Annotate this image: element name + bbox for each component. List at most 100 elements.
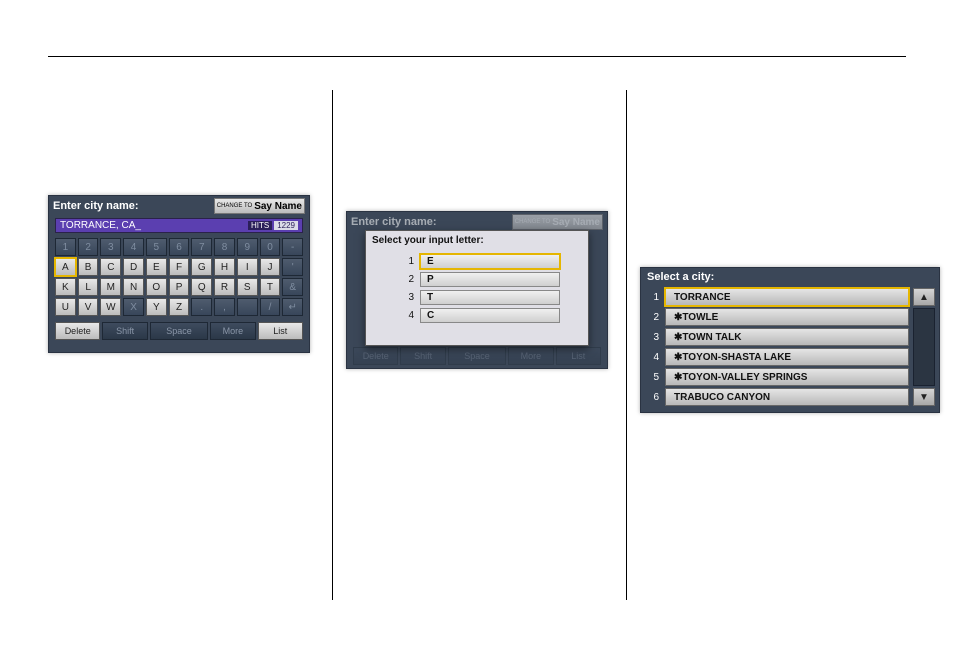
key-R[interactable]: R [214,278,235,296]
city-row-number: 4 [645,352,659,363]
city-list-row[interactable]: 6 TRABUCO CANYON [645,388,909,406]
key-G[interactable]: G [191,258,212,276]
key-P[interactable]: P [169,278,190,296]
key-7: 7 [191,238,212,256]
list-button-bg: List [556,347,601,365]
key-J[interactable]: J [260,258,281,276]
key-U[interactable]: U [55,298,76,316]
key-': ' [282,258,303,276]
key-L[interactable]: L [78,278,99,296]
key-K[interactable]: K [55,278,76,296]
key-S[interactable]: S [237,278,258,296]
key-O[interactable]: O [146,278,167,296]
scroll-up-button[interactable]: ▲ [913,288,935,306]
key-.: . [191,298,212,316]
list-button[interactable]: List [258,322,303,340]
space-button[interactable]: Space [150,322,208,340]
delete-button-bg: Delete [353,347,398,365]
key-N[interactable]: N [123,278,144,296]
input-letter-popup: Select your input letter: 1E 2P 3T 4C [365,230,589,346]
chevron-up-icon: ▲ [919,292,929,303]
letter-option[interactable]: 3T [404,290,560,305]
key-1: 1 [55,238,76,256]
popup-title: Select your input letter: [366,231,588,250]
say-name-small-label: CHANGE TO [217,203,252,209]
column-divider-2 [626,90,627,600]
key-4: 4 [123,238,144,256]
hits-label: HITS [248,221,272,230]
city-row-number: 6 [645,392,659,403]
key-&: & [282,278,303,296]
key-W[interactable]: W [100,298,121,316]
city-row-name: ✱TOYON-SHASTA LAKE [665,348,909,366]
delete-button[interactable]: Delete [55,322,100,340]
key-2: 2 [78,238,99,256]
city-row-number: 3 [645,332,659,343]
city-row-name: ✱TOWN TALK [665,328,909,346]
city-row-name: TORRANCE [665,288,909,306]
city-row-name: ✱TOWLE [665,308,909,326]
key-Z[interactable]: Z [169,298,190,316]
city-list-row[interactable]: 4 ✱TOYON-SHASTA LAKE [645,348,909,366]
letter-option[interactable]: 4C [404,308,560,323]
hits-count: 1229 [274,221,298,230]
city-row-name: ✱TOYON-VALLEY SPRINGS [665,368,909,386]
more-button[interactable]: More [210,322,255,340]
behind-title: Enter city name: [351,216,437,228]
space-button-bg: Space [448,347,506,365]
key-/: / [260,298,281,316]
option-number: 4 [404,310,414,321]
enter-city-keyboard-screen: Enter city name: CHANGE TO Say Name TORR… [48,195,310,353]
scroll-down-button[interactable]: ▼ [913,388,935,406]
scroll-track[interactable] [913,308,935,386]
option-number: 3 [404,292,414,303]
key-A[interactable]: A [55,258,76,276]
city-row-name: TRABUCO CANYON [665,388,909,406]
key-6: 6 [169,238,190,256]
key-M[interactable]: M [100,278,121,296]
key-blank [237,298,258,316]
key-C[interactable]: C [100,258,121,276]
city-list-row[interactable]: 2✱TOWLE [645,308,909,326]
option-value: E [420,254,560,269]
key-X: X [123,298,144,316]
key-T[interactable]: T [260,278,281,296]
city-list-scrollbar: ▲ ▼ [913,288,935,406]
key-,: , [214,298,235,316]
key-H[interactable]: H [214,258,235,276]
city-list-row[interactable]: 1 TORRANCE [645,288,909,306]
key-E[interactable]: E [146,258,167,276]
select-city-screen: Select a city: 1 TORRANCE2✱TOWLE3✱TOWN T… [640,267,940,413]
key-9: 9 [237,238,258,256]
column-divider-1 [332,90,333,600]
city-row-number: 5 [645,372,659,383]
city-row-number: 1 [645,292,659,303]
key-D[interactable]: D [123,258,144,276]
option-number: 1 [404,256,414,267]
key-V[interactable]: V [78,298,99,316]
shift-button-bg: Shift [400,347,445,365]
key-Q[interactable]: Q [191,278,212,296]
key-Y[interactable]: Y [146,298,167,316]
city-list-row[interactable]: 5 ✱TOYON-VALLEY SPRINGS [645,368,909,386]
letter-option[interactable]: 2P [404,272,560,287]
option-value: T [420,290,560,305]
key-↵: ↵ [282,298,303,316]
shift-button[interactable]: Shift [102,322,147,340]
say-name-button[interactable]: CHANGE TO Say Name [214,198,305,214]
more-button-bg: More [508,347,553,365]
key-5: 5 [146,238,167,256]
onscreen-keyboard: 1234567890- ABCDEFGHIJ' KLMNOPQRST& UVWX… [49,235,309,319]
enter-city-title: Enter city name: [53,200,139,212]
say-name-button-bg: CHANGE TO Say Name [512,214,603,230]
letter-option[interactable]: 1E [404,254,560,269]
key-0: 0 [260,238,281,256]
key-B[interactable]: B [78,258,99,276]
page-rule [48,56,906,57]
city-list-row[interactable]: 3 ✱TOWN TALK [645,328,909,346]
key-I[interactable]: I [237,258,258,276]
city-name-input[interactable]: TORRANCE, CA_ HITS1229 [55,218,303,233]
key-F[interactable]: F [169,258,190,276]
option-value: P [420,272,560,287]
key--: - [282,238,303,256]
